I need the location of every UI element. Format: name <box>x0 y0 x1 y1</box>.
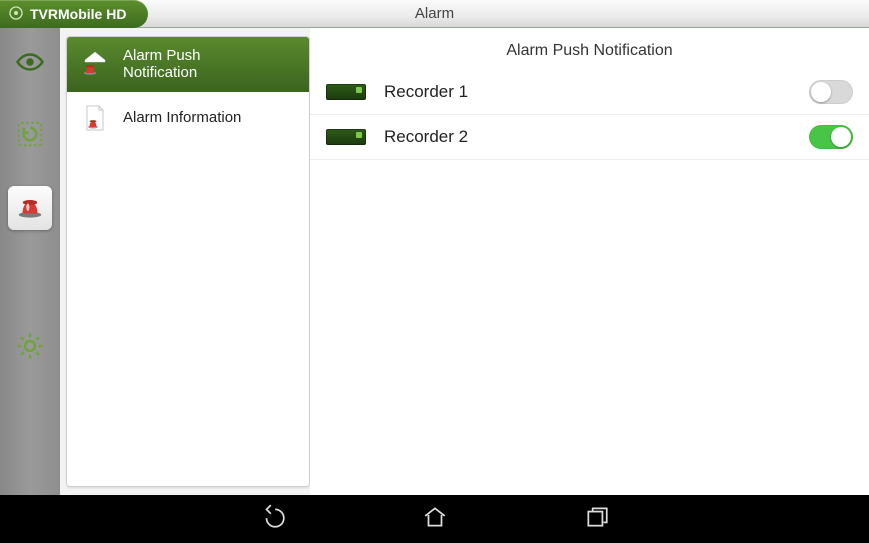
film-reload-icon <box>15 119 45 154</box>
back-icon <box>260 504 286 535</box>
recorder-chip-icon <box>326 84 366 100</box>
recorder-toggle[interactable] <box>809 125 853 149</box>
eye-icon <box>15 47 45 82</box>
nav-home-button[interactable] <box>419 503 451 535</box>
app-logo-icon <box>8 5 24 24</box>
app-brand-label: TVRMobile HD <box>30 6 126 22</box>
rail-item-playback[interactable] <box>8 114 52 158</box>
rail-item-live-view[interactable] <box>8 42 52 86</box>
alarm-light-icon <box>15 191 45 226</box>
rail-item-alarm[interactable] <box>8 186 52 230</box>
rail-item-settings[interactable] <box>8 326 52 370</box>
recorder-label: Recorder 1 <box>384 82 791 102</box>
recorder-toggle[interactable] <box>809 80 853 104</box>
sidebar-item-push-notification[interactable]: Alarm PushNotification <box>67 37 309 92</box>
home-icon <box>422 504 448 535</box>
sidebar-item-label: Alarm Information <box>123 109 241 126</box>
screen-title: Alarm <box>415 5 454 22</box>
alarm-doc-icon <box>79 102 111 134</box>
content-header: Alarm Push Notification <box>310 28 869 70</box>
sidebar-item-label: Alarm PushNotification <box>123 47 201 82</box>
push-alarm-icon <box>79 48 111 80</box>
title-bar: TVRMobile HD Alarm <box>0 0 869 28</box>
system-navbar <box>0 495 869 543</box>
recorder-row: Recorder 1 <box>310 70 869 115</box>
recorder-row: Recorder 2 <box>310 115 869 160</box>
nav-recent-button[interactable] <box>581 503 613 535</box>
gear-icon <box>15 331 45 366</box>
alarm-sidebar: Alarm PushNotification Alarm Information <box>66 36 310 487</box>
main-area: Alarm PushNotification Alarm Information <box>0 28 869 495</box>
recent-apps-icon <box>584 504 610 535</box>
sidebar-item-alarm-information[interactable]: Alarm Information <box>67 92 309 144</box>
recorder-label: Recorder 2 <box>384 127 791 147</box>
nav-rail <box>0 28 60 495</box>
app-brand: TVRMobile HD <box>0 0 148 28</box>
content-panel: Alarm Push Notification Recorder 1 Recor… <box>310 28 869 495</box>
nav-back-button[interactable] <box>257 503 289 535</box>
recorder-chip-icon <box>326 129 366 145</box>
